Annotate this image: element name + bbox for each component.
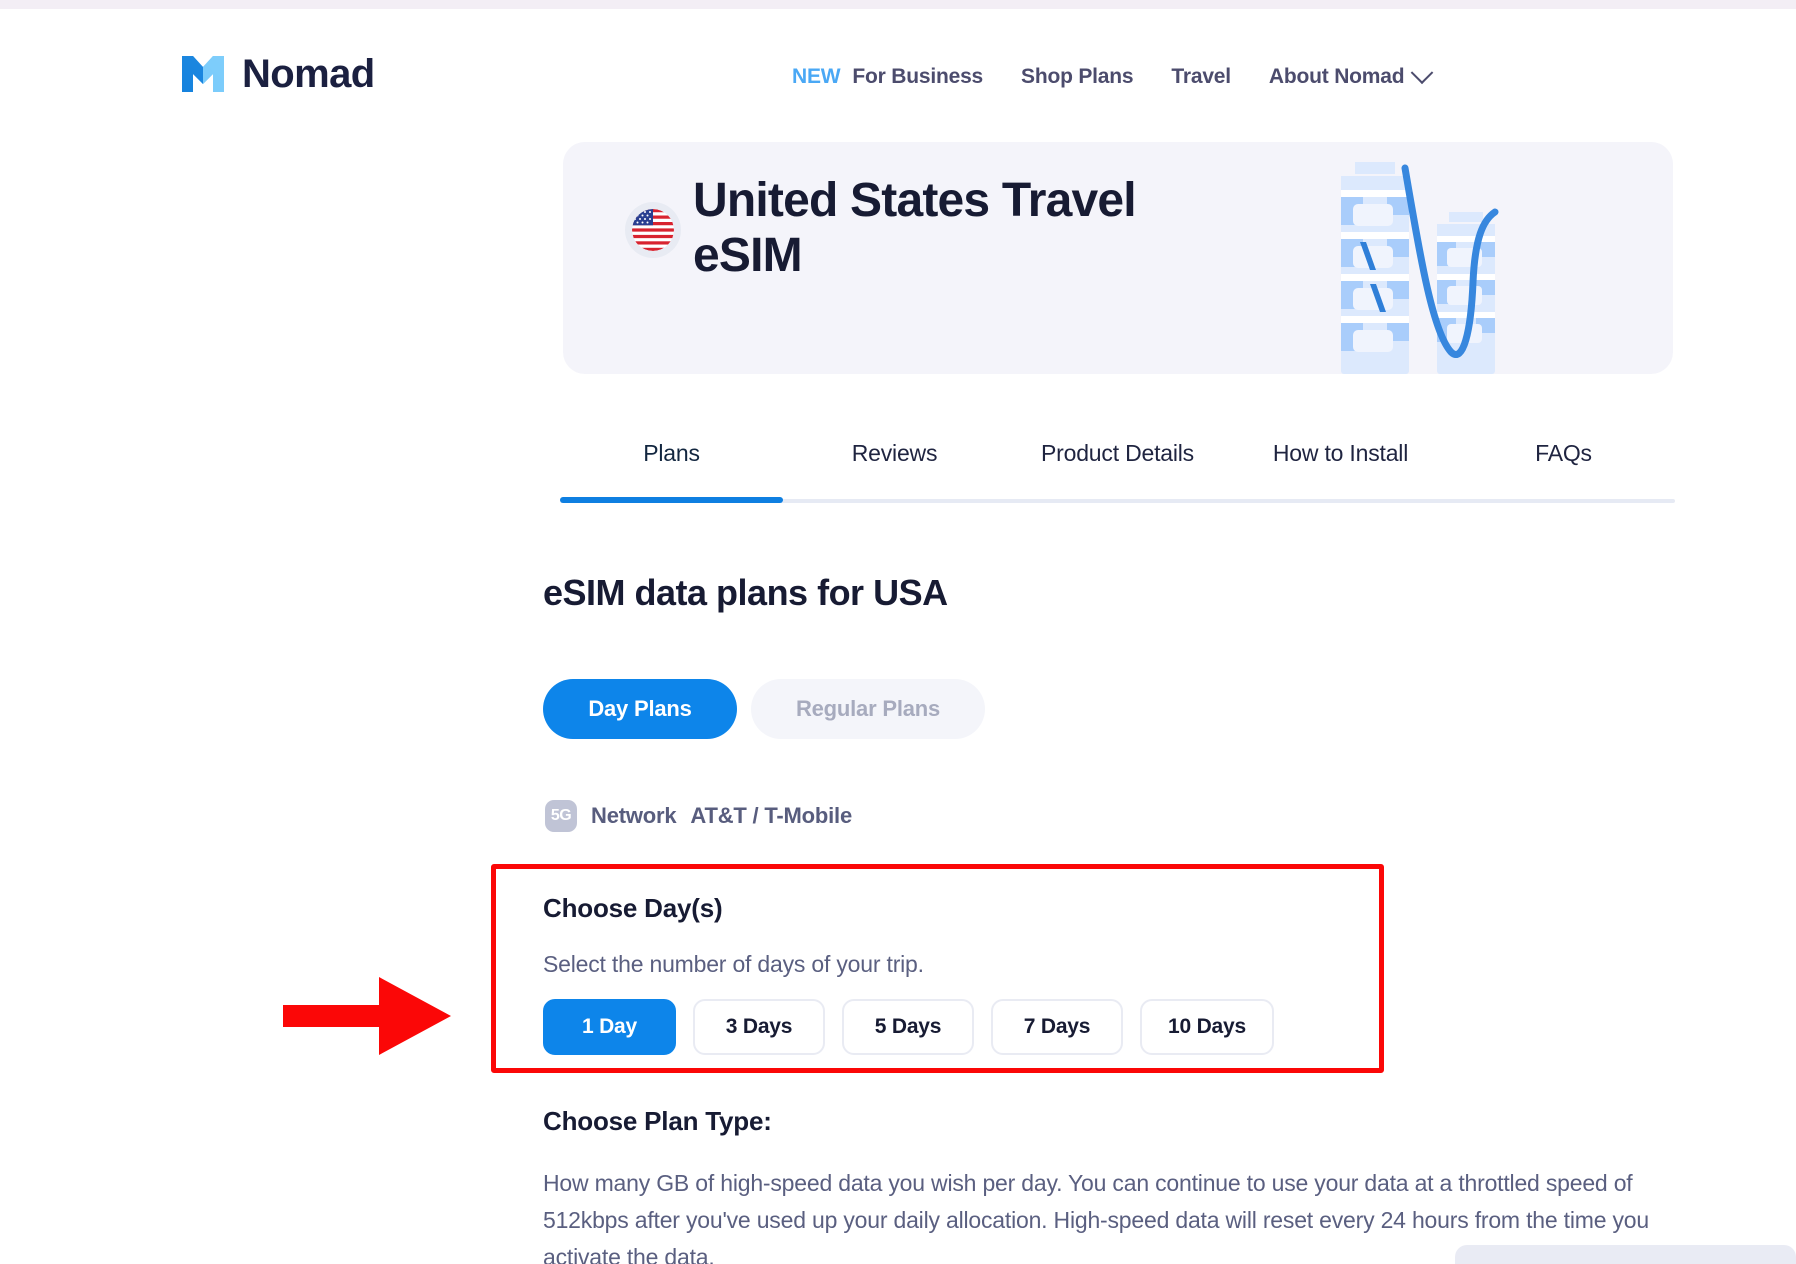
day-option-5-days[interactable]: 5 Days: [842, 999, 974, 1055]
network-info: 5G Network AT&T / T-Mobile: [545, 800, 852, 832]
day-option-3-days[interactable]: 3 Days: [693, 999, 825, 1055]
network-value: AT&T / T-Mobile: [690, 803, 852, 828]
nomad-logo[interactable]: Nomad: [178, 51, 375, 97]
nomad-logo-icon: [178, 51, 228, 97]
product-tabs: Plans Reviews Product Details How to Ins…: [560, 440, 1675, 504]
country-flag-badge: [625, 202, 681, 258]
toggle-day-plans[interactable]: Day Plans: [543, 679, 737, 739]
main-nav: NEW For Business Shop Plans Travel About…: [792, 61, 1434, 89]
top-accent-strip: [0, 0, 1796, 9]
choose-plan-type-title: Choose Plan Type:: [543, 1106, 772, 1136]
nav-item-shop-plans[interactable]: Shop Plans: [1021, 65, 1134, 89]
tab-how-to-install[interactable]: How to Install: [1229, 440, 1452, 504]
5g-badge-icon: 5G: [545, 800, 577, 832]
us-flag-icon: [632, 209, 674, 251]
tab-product-details[interactable]: Product Details: [1006, 440, 1229, 504]
nav-new-badge: NEW: [792, 65, 841, 88]
red-right-arrow-icon: [283, 969, 455, 1062]
nav-item-about-nomad[interactable]: About Nomad: [1268, 61, 1434, 89]
page-title: eSIM data plans for USA: [543, 572, 948, 613]
day-options-group: 1 Day 3 Days 5 Days 7 Days 10 Days: [543, 999, 1274, 1055]
chevron-down-icon: [1411, 61, 1434, 85]
tab-plans[interactable]: Plans: [560, 440, 783, 504]
tab-reviews[interactable]: Reviews: [783, 440, 1006, 504]
page-root: Nomad NEW For Business Shop Plans Travel…: [0, 0, 1796, 1264]
day-option-10-days[interactable]: 10 Days: [1140, 999, 1274, 1055]
logo-wordmark: Nomad: [242, 52, 375, 96]
day-option-7-days[interactable]: 7 Days: [991, 999, 1123, 1055]
hero-banner: United States Travel eSIM: [563, 142, 1673, 374]
bottom-placeholder-card: [1455, 1245, 1796, 1264]
nav-item-about-nomad-label: About Nomad: [1268, 65, 1405, 88]
tab-faqs[interactable]: FAQs: [1452, 440, 1675, 504]
plan-type-toggle: Day Plans Regular Plans: [543, 679, 985, 739]
network-label: Network: [591, 803, 677, 828]
toggle-regular-plans[interactable]: Regular Plans: [751, 679, 985, 739]
nav-item-for-business[interactable]: For Business: [852, 65, 983, 89]
hero-title: United States Travel eSIM: [693, 174, 1137, 282]
nav-item-travel[interactable]: Travel: [1171, 65, 1231, 89]
choose-days-subtitle: Select the number of days of your trip.: [543, 951, 924, 977]
tabs-active-indicator: [560, 497, 783, 503]
day-option-1-day[interactable]: 1 Day: [543, 999, 676, 1055]
choose-days-title: Choose Day(s): [543, 893, 723, 923]
city-buildings-chart-icon: [1333, 142, 1563, 374]
site-header: Nomad NEW For Business Shop Plans Travel…: [0, 9, 1796, 119]
